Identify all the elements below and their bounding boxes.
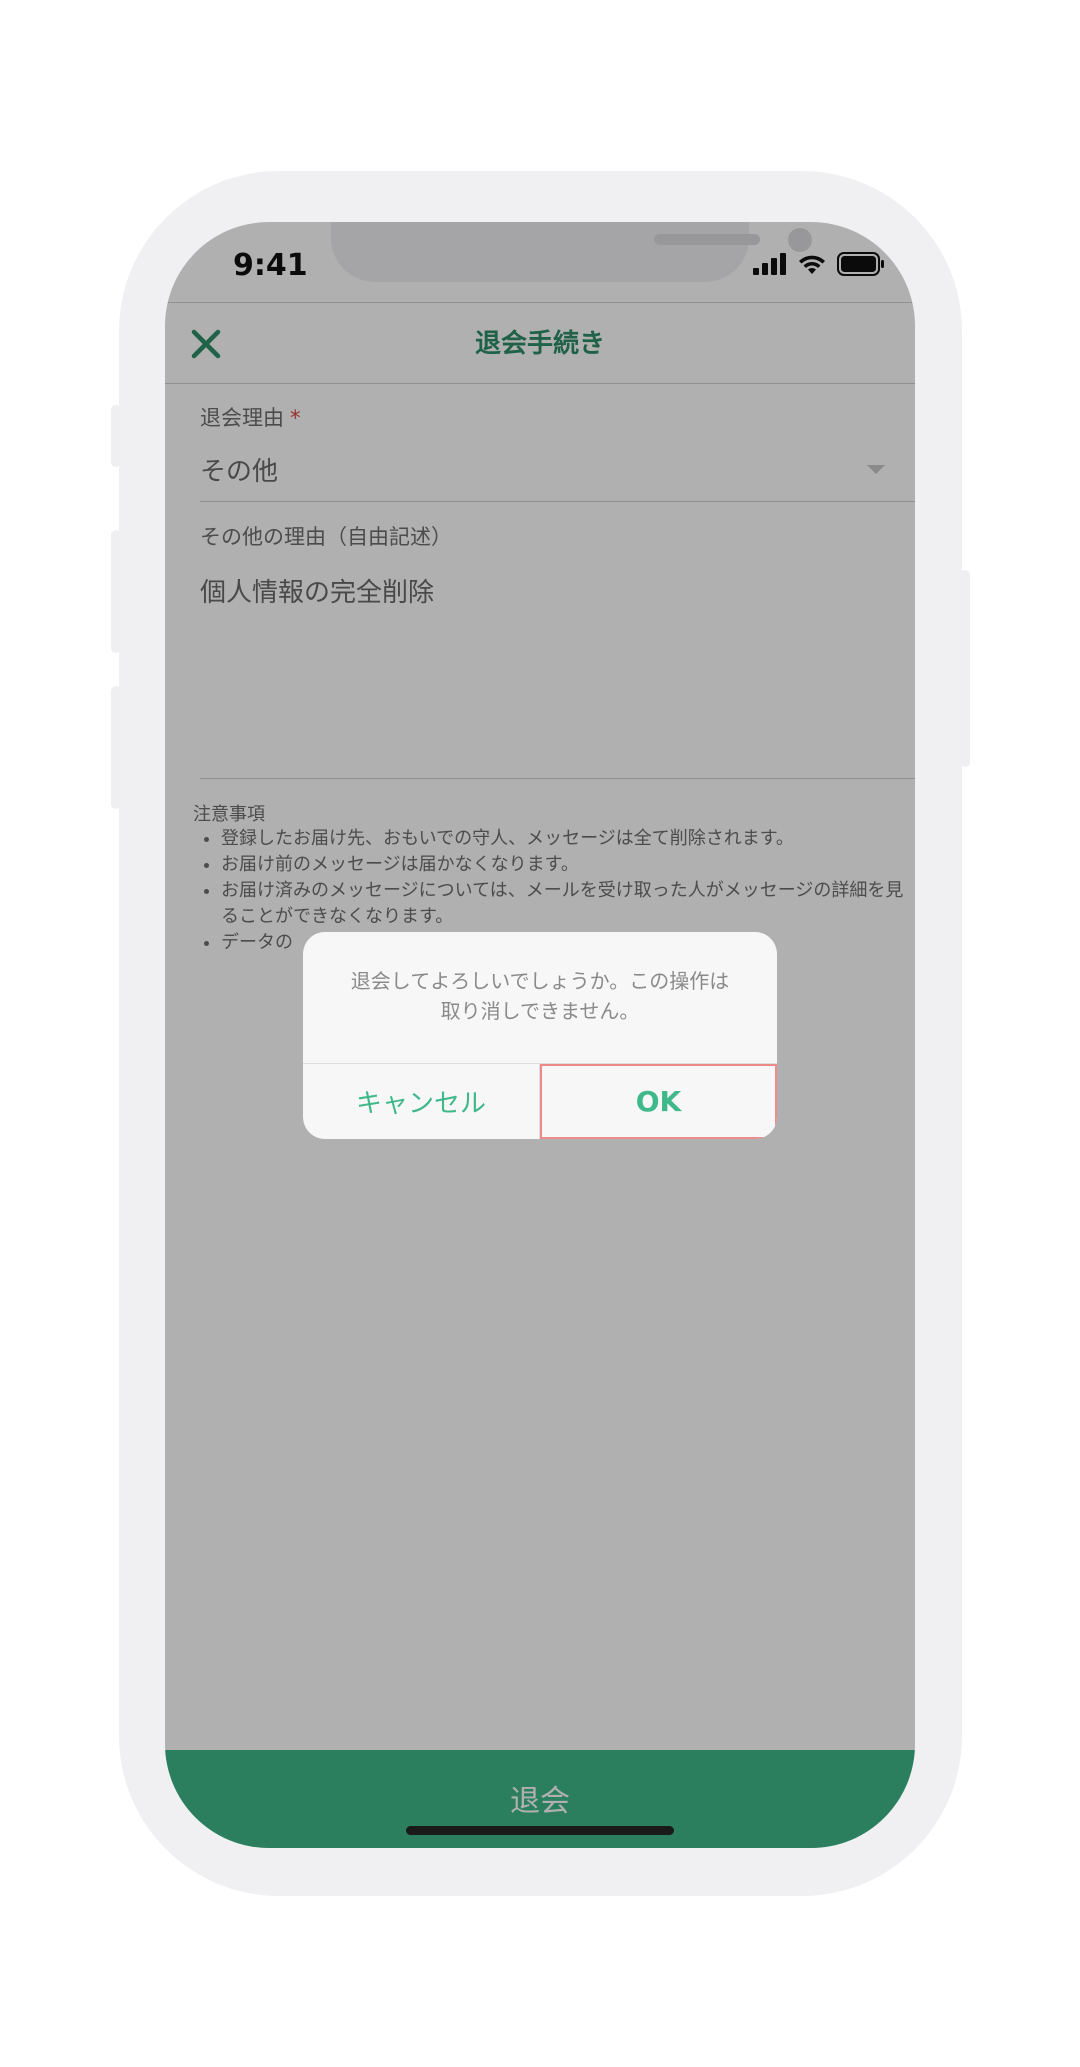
dialog-message-line: 退会してよろしいでしょうか。この操作は — [350, 969, 730, 993]
home-indicator — [406, 1826, 674, 1835]
device-side-button — [111, 405, 121, 467]
phone-screen: 9:41 退会手続き 退会理由 * その他 その他の理由（自由記述） 個人情報の完… — [165, 222, 915, 1848]
dialog-message-line: 取り消しできません。 — [440, 999, 640, 1023]
device-volume-down — [111, 686, 121, 809]
dialog-message: 退会してよろしいでしょうか。この操作は 取り消しできません。 — [323, 966, 757, 1026]
device-volume-up — [111, 530, 121, 653]
device-power-button — [960, 570, 970, 767]
cancel-button[interactable]: キャンセル — [303, 1064, 539, 1139]
ok-button[interactable]: OK — [540, 1064, 777, 1139]
confirm-dialog: 退会してよろしいでしょうか。この操作は 取り消しできません。 キャンセル OK — [303, 932, 777, 1139]
